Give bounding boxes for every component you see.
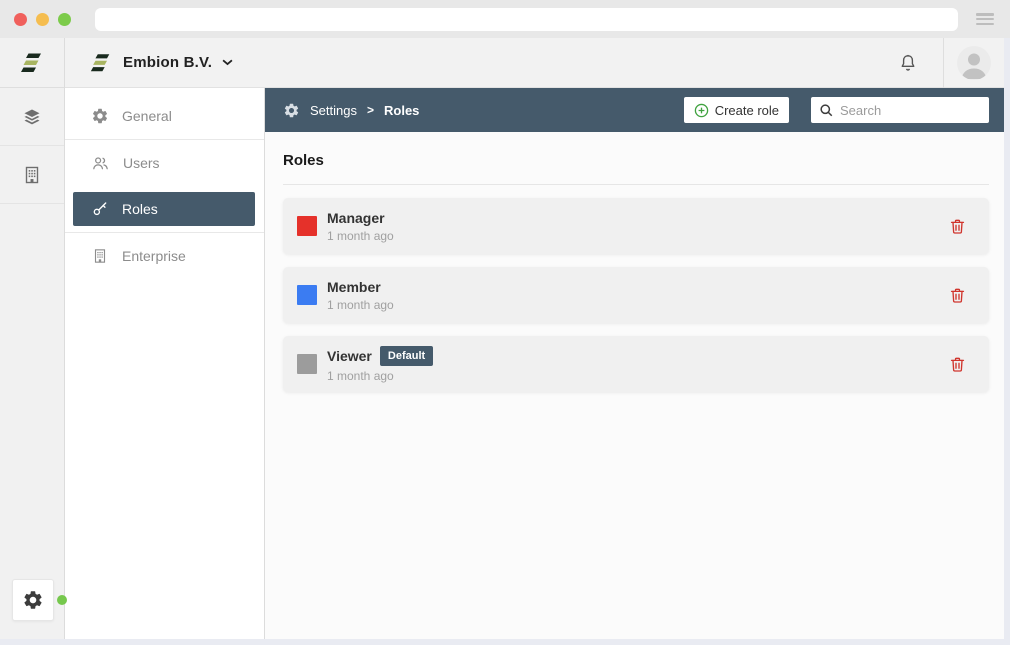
role-color-swatch [297, 285, 317, 305]
users-icon [91, 154, 110, 173]
breadcrumb-settings[interactable]: Settings [310, 103, 357, 118]
role-timestamp: 1 month ago [327, 369, 433, 383]
trash-icon[interactable] [946, 215, 969, 238]
app-window: Embion B.V. [0, 38, 1004, 639]
role-row-member[interactable]: Member 1 month ago [283, 267, 989, 323]
role-timestamp: 1 month ago [327, 298, 394, 312]
key-icon [91, 200, 109, 218]
default-badge: Default [380, 346, 433, 366]
role-color-swatch [297, 354, 317, 374]
sidebar-item-label: Users [123, 155, 160, 171]
sidebar-item-roles[interactable]: Roles [73, 192, 255, 226]
settings-nav: General Users [65, 88, 265, 639]
search-icon [819, 103, 834, 118]
icon-rail [0, 38, 65, 639]
role-name: Member [327, 279, 381, 295]
role-meta: Viewer Default 1 month ago [327, 346, 433, 383]
browser-menu-icon[interactable] [974, 11, 996, 27]
trash-icon[interactable] [946, 353, 969, 376]
sidebar-item-users[interactable]: Users [65, 140, 264, 186]
app-header: Embion B.V. [65, 38, 1004, 88]
close-window-button[interactable] [14, 13, 27, 26]
role-list: Manager 1 month ago [283, 198, 989, 392]
rail-footer [0, 575, 64, 639]
role-name: Manager [327, 210, 385, 226]
settings-gear-icon[interactable] [12, 579, 54, 621]
role-color-swatch [297, 216, 317, 236]
company-selector[interactable]: Embion B.V. [89, 51, 233, 75]
role-row-viewer[interactable]: Viewer Default 1 month ago [283, 336, 989, 392]
layers-icon[interactable] [0, 88, 64, 146]
breadcrumb-separator: > [367, 103, 374, 117]
search-input[interactable] [840, 103, 981, 118]
plus-circle-icon [694, 103, 709, 118]
trash-icon[interactable] [946, 284, 969, 307]
window-controls [14, 13, 71, 26]
screen: Embion B.V. [0, 0, 1010, 645]
gear-icon [91, 107, 109, 125]
avatar[interactable] [956, 45, 992, 81]
sidebar-item-enterprise[interactable]: Enterprise [65, 233, 264, 279]
chevron-down-icon [222, 59, 233, 66]
bell-icon[interactable] [897, 52, 919, 74]
role-timestamp: 1 month ago [327, 229, 394, 243]
online-status-dot [57, 595, 67, 605]
breadcrumb-bar: Settings > Roles Create role [265, 88, 1004, 132]
roles-content: Roles Manager 1 month ago [265, 132, 1004, 639]
browser-chrome [0, 0, 1010, 38]
sidebar-item-label: General [122, 108, 172, 124]
gear-icon [283, 102, 300, 119]
rail-spacer [0, 204, 64, 575]
create-role-label: Create role [715, 103, 779, 118]
role-name: Viewer [327, 348, 372, 364]
building-icon [91, 247, 109, 265]
create-role-button[interactable]: Create role [684, 97, 789, 123]
role-meta: Manager 1 month ago [327, 210, 394, 243]
page-title: Roles [283, 152, 989, 169]
header-divider [943, 38, 944, 88]
building-icon[interactable] [0, 146, 64, 204]
main-panel: Settings > Roles Create role [265, 88, 1004, 639]
role-meta: Member 1 month ago [327, 279, 394, 312]
embion-logo [89, 51, 113, 75]
url-bar[interactable] [95, 8, 958, 31]
app-main-column: Embion B.V. [65, 38, 1004, 639]
minimize-window-button[interactable] [36, 13, 49, 26]
sidebar-item-general[interactable]: General [65, 93, 264, 139]
app-body: General Users [65, 88, 1004, 639]
title-divider [283, 184, 989, 185]
role-row-manager[interactable]: Manager 1 month ago [283, 198, 989, 254]
sidebar-item-label: Enterprise [122, 248, 186, 264]
breadcrumb-current-page: Roles [384, 103, 419, 118]
zoom-window-button[interactable] [58, 13, 71, 26]
embion-logo [0, 38, 64, 88]
company-name: Embion B.V. [123, 54, 212, 71]
search-box [811, 97, 989, 123]
sidebar-item-label: Roles [122, 201, 158, 217]
